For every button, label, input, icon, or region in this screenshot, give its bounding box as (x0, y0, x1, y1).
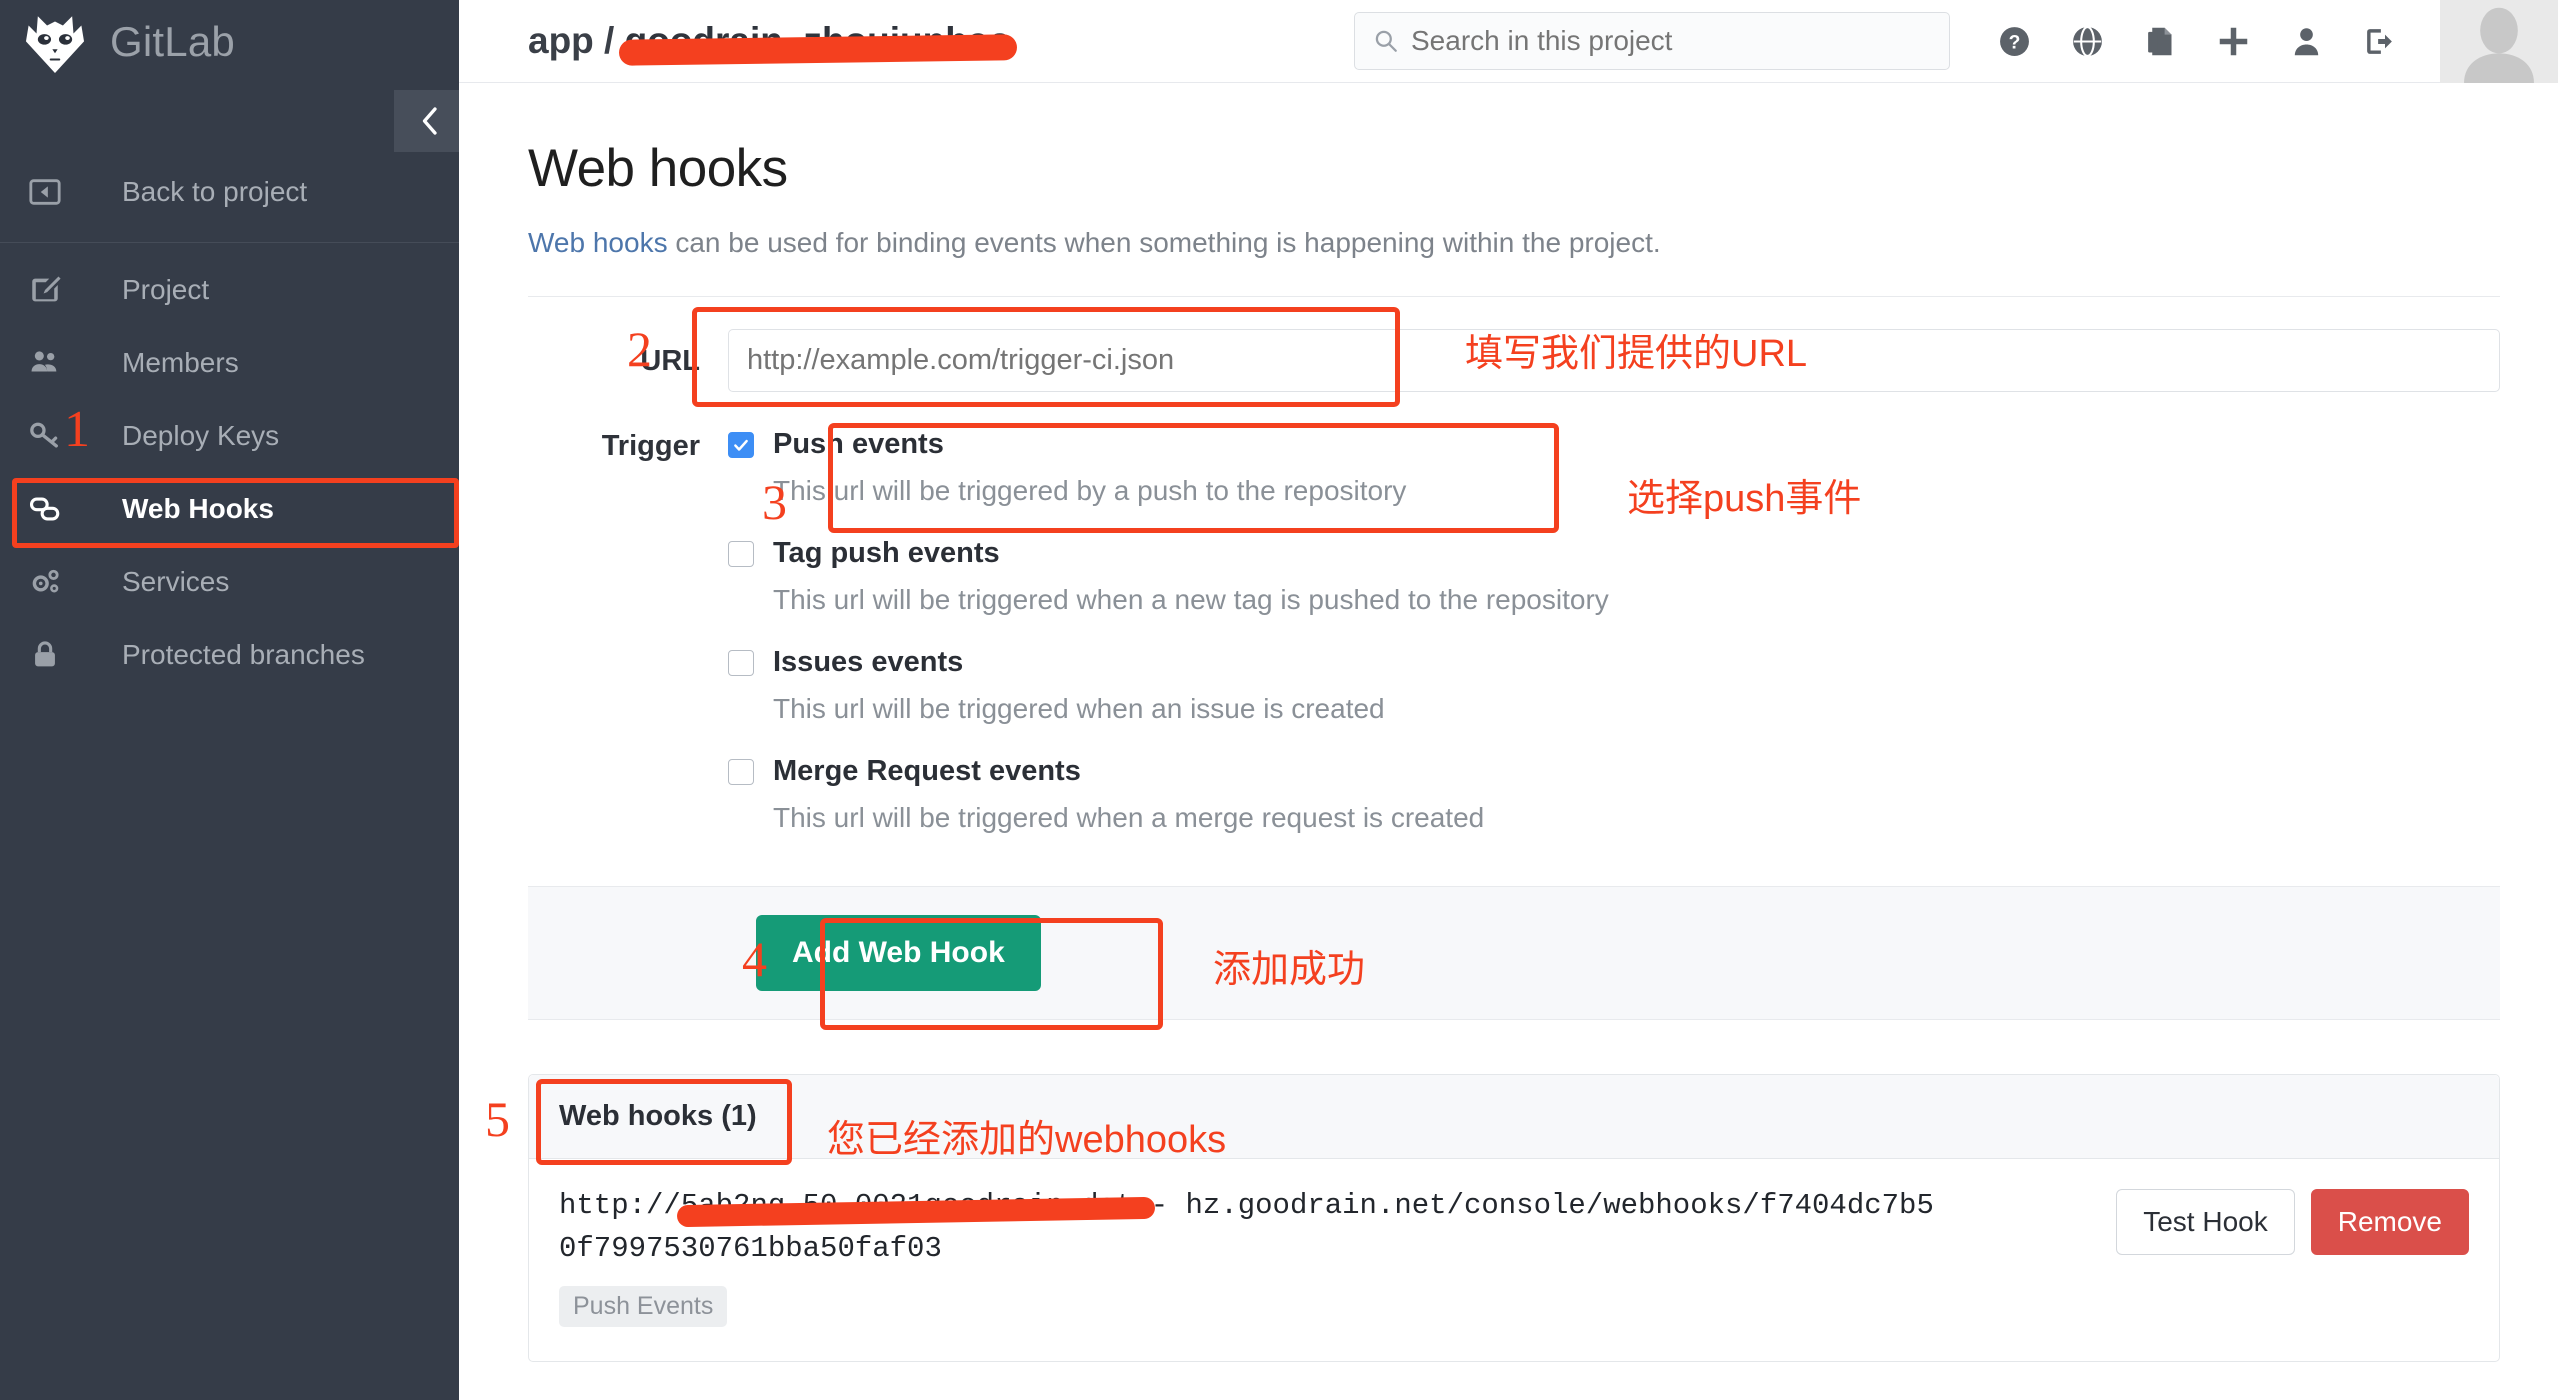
page-title: Web hooks (528, 139, 788, 198)
checkbox-label: Tag push events (773, 537, 1000, 569)
add-web-hook-button[interactable]: Add Web Hook (756, 915, 1041, 991)
hooks-panel-header: Web hooks (1) (529, 1075, 2499, 1159)
checkbox-push-events[interactable]: Push events This url will be triggered b… (728, 428, 2500, 507)
globe-icon[interactable] (2071, 25, 2104, 58)
hook-url-redacted: 5ab2ng-50-0021goodrain-data (680, 1189, 1151, 1222)
sidebar-item-label: Members (122, 346, 239, 378)
hook-url-prefix: http:// (559, 1189, 681, 1222)
checkbox-description: This url will be triggered when a new ta… (773, 584, 1609, 615)
users-group-icon (22, 346, 88, 380)
breadcrumb: app / goodrain_zhoujunhao (528, 20, 1011, 62)
header-icon-group: ? (1998, 25, 2396, 58)
checkbox-input-issues-events[interactable] (728, 649, 754, 676)
divider (528, 296, 2500, 297)
header-right: ? (1354, 0, 2558, 83)
checkbox-input-push-events[interactable] (728, 431, 754, 458)
sidebar-nav-main: Project Members Deploy Keys Web Hooks Se… (0, 253, 459, 691)
avatar[interactable] (2440, 0, 2558, 83)
checkbox-input-tag-push-events[interactable] (728, 540, 754, 567)
sidebar-item-members[interactable]: Members (0, 326, 459, 399)
webhooks-doc-link[interactable]: Web hooks (528, 227, 668, 258)
help-icon[interactable]: ? (1998, 25, 2031, 58)
checkbox-merge-request-events[interactable]: Merge Request events This url will be tr… (728, 755, 2500, 834)
trigger-label: Trigger (601, 430, 700, 462)
check-mark-icon (734, 439, 748, 451)
page-description: Web hooks can be used for binding events… (528, 227, 2500, 259)
checkbox-description: This url will be triggered by a push to … (773, 475, 1407, 506)
sidebar-nav-top: Back to project (0, 155, 459, 228)
checkbox-description: This url will be triggered when a merge … (773, 802, 1485, 833)
hooks-panel: Web hooks (1) http://5ab2ng-50-0021goodr… (528, 1074, 2500, 1363)
gears-icon (22, 565, 88, 599)
brand-name: GitLab (110, 17, 235, 65)
sidebar-item-label: Project (122, 273, 210, 305)
sidebar-item-back-to-project[interactable]: Back to project (0, 155, 459, 228)
main-content: Web hooks Web hooks can be used for bind… (459, 83, 2558, 1400)
breadcrumb-project-redacted[interactable]: goodrain_zhoujunhao (625, 20, 1011, 61)
sidebar-divider (0, 242, 459, 243)
checkbox-issues-events[interactable]: Issues events This url will be triggered… (728, 646, 2500, 725)
logout-icon[interactable] (2363, 25, 2396, 58)
search-icon (1375, 30, 1397, 52)
sidebar-item-protected-branches[interactable]: Protected branches (0, 618, 459, 691)
brand[interactable]: GitLab (0, 0, 459, 83)
checkbox-tag-push-events[interactable]: Tag push events This url will be trigger… (728, 537, 2500, 616)
chain-link-icon (22, 492, 88, 526)
hook-row-actions: Test Hook Remove (2116, 1185, 2469, 1255)
sidebar-item-label: Web Hooks (122, 492, 274, 524)
checkbox-input-merge-request-events[interactable] (728, 758, 754, 785)
search-input[interactable] (1411, 25, 1931, 57)
avatar-placeholder-icon (2464, 7, 2534, 83)
search-box[interactable] (1354, 12, 1950, 70)
trigger-checkbox-list: Push events This url will be triggered b… (728, 426, 2500, 842)
form-actions-bar: Add Web Hook (528, 886, 2500, 1020)
lock-icon (22, 638, 88, 672)
url-input[interactable] (728, 329, 2500, 392)
page-description-text: can be used for binding events when some… (667, 227, 1661, 258)
sidebar-item-label: Services (122, 565, 230, 597)
content-wrapper: Web hooks Web hooks can be used for bind… (459, 83, 2558, 1363)
sidebar-item-web-hooks[interactable]: Web Hooks (0, 472, 459, 545)
sidebar-item-services[interactable]: Services (0, 545, 459, 618)
annotation-number-1: 1 (64, 401, 90, 458)
url-label: URL (640, 345, 700, 377)
hook-info: http://5ab2ng-50-0021goodrain-data- hz.g… (559, 1185, 1939, 1328)
sidebar-item-label: Back to project (122, 175, 308, 207)
back-arrow-icon (22, 175, 88, 209)
plus-icon[interactable] (2217, 25, 2250, 58)
checkbox-label: Issues events (773, 646, 964, 678)
status-badge: Push Events (559, 1286, 728, 1328)
clipboard-issues-icon[interactable] (2144, 25, 2177, 58)
sidebar-item-label: Deploy Keys (122, 419, 280, 451)
checkbox-label: Push events (773, 428, 944, 460)
chevron-left-icon (422, 107, 437, 135)
sidebar-item-label: Protected branches (122, 638, 365, 670)
checkbox-description: This url will be triggered when an issue… (773, 693, 1385, 724)
top-header: app / goodrain_zhoujunhao ? (459, 0, 2558, 83)
sidebar-collapse-button[interactable] (394, 90, 464, 152)
svg-text:?: ? (2009, 32, 2021, 53)
table-row: http://5ab2ng-50-0021goodrain-data- hz.g… (529, 1159, 2499, 1361)
checkbox-label: Merge Request events (773, 755, 1081, 787)
trigger-form-row: Trigger Push events This url will be tri… (528, 426, 2500, 842)
hook-url[interactable]: http://5ab2ng-50-0021goodrain-data- hz.g… (559, 1185, 1939, 1270)
breadcrumb-prefix[interactable]: app / (528, 20, 614, 61)
sidebar: GitLab Back to project Project Members D… (0, 0, 464, 1400)
gitlab-webhooks-page: GitLab Back to project Project Members D… (0, 0, 2558, 1400)
remove-hook-button[interactable]: Remove (2310, 1189, 2469, 1255)
gitlab-tanuki-logo-icon (22, 11, 88, 73)
test-hook-button[interactable]: Test Hook (2116, 1189, 2295, 1255)
edit-pencil-icon (22, 273, 88, 307)
sidebar-item-project[interactable]: Project (0, 253, 459, 326)
url-form-row: URL (528, 329, 2500, 392)
user-icon[interactable] (2290, 25, 2323, 58)
